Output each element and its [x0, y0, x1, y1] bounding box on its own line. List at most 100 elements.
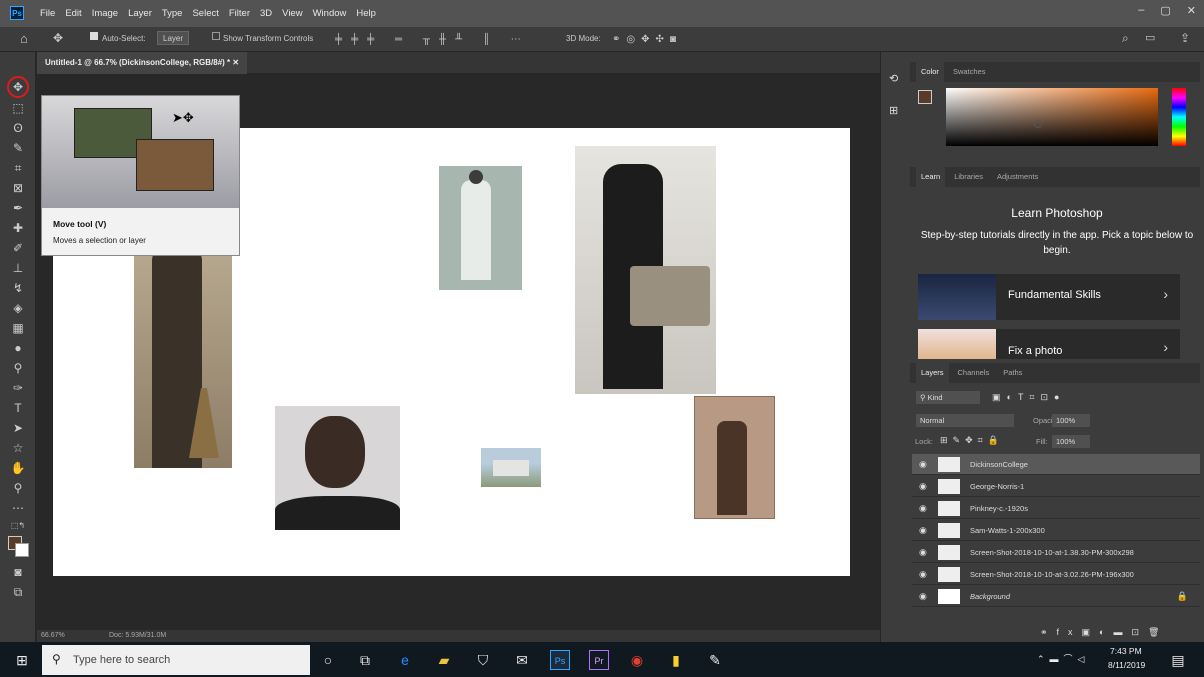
lock-icons[interactable]: ⊞✎✥⌗🔒: [940, 435, 1004, 446]
eyedropper-tool-icon[interactable]: ✒: [9, 200, 27, 216]
eye-icon[interactable]: ◉: [919, 481, 927, 492]
lasso-tool-icon[interactable]: ʘ: [9, 120, 27, 136]
paint-icon[interactable]: ✎: [705, 650, 725, 670]
eye-icon[interactable]: ◉: [919, 591, 927, 602]
gradient-tool-icon[interactable]: ▦: [9, 320, 27, 336]
screen-mode-icon[interactable]: ⧉: [9, 584, 27, 600]
home-icon[interactable]: ⌂: [20, 31, 28, 46]
photoshop-taskbar-icon[interactable]: Ps: [550, 650, 570, 670]
fill-input[interactable]: 100%: [1052, 435, 1090, 448]
eraser-tool-icon[interactable]: ◈: [9, 300, 27, 316]
history-panel-icon[interactable]: ⟲: [889, 72, 898, 85]
photo-man-sepia[interactable]: [694, 396, 775, 519]
eye-icon[interactable]: ◉: [919, 459, 927, 470]
photo-man-with-basket[interactable]: [575, 146, 716, 394]
properties-panel-icon[interactable]: ⊞: [889, 104, 898, 117]
share-icon[interactable]: ⇪: [1180, 31, 1190, 45]
pen-tool-icon[interactable]: ✑: [9, 380, 27, 396]
dodge-tool-icon[interactable]: ⚲: [9, 360, 27, 376]
sticky-notes-icon[interactable]: ▮: [666, 650, 686, 670]
menu-filter[interactable]: Filter: [229, 8, 250, 19]
menu-3d[interactable]: 3D: [260, 8, 272, 19]
healing-brush-icon[interactable]: ✚: [9, 220, 27, 236]
layer-row[interactable]: ◉ DickinsonCollege: [912, 454, 1200, 475]
eye-icon[interactable]: ◉: [919, 569, 927, 580]
blur-tool-icon[interactable]: ●: [9, 340, 27, 356]
menu-view[interactable]: View: [282, 8, 302, 19]
layer-row[interactable]: ◉ Pinkney-c.-1920s: [912, 498, 1200, 519]
path-select-icon[interactable]: ➤: [9, 420, 27, 436]
layer-row[interactable]: ◉ Screen-Shot-2018-10-10-at-1.38.30-PM-30…: [912, 542, 1200, 563]
photo-portrait-man[interactable]: [275, 406, 400, 530]
menu-select[interactable]: Select: [192, 8, 218, 19]
tab-layers[interactable]: Layers: [916, 363, 949, 383]
store-icon[interactable]: ⛉: [473, 650, 493, 670]
chrome-icon[interactable]: ◉: [627, 650, 647, 670]
opacity-input[interactable]: 100%: [1052, 414, 1090, 427]
eye-icon[interactable]: ◉: [919, 547, 927, 558]
swap-colors-icon[interactable]: ⬚↰: [9, 518, 27, 534]
photo-man-white-coat[interactable]: [439, 166, 522, 290]
zoom-tool-icon[interactable]: ⚲: [9, 480, 27, 496]
layer-row[interactable]: ◉ Screen-Shot-2018-10-10-at-3.02.26-PM-19…: [912, 564, 1200, 585]
hand-tool-icon[interactable]: ✋: [9, 460, 27, 476]
eye-icon[interactable]: ◉: [919, 525, 927, 536]
notifications-icon[interactable]: ▤: [1168, 650, 1188, 670]
tab-color[interactable]: Color: [916, 62, 944, 82]
search-icon[interactable]: ⌕: [1122, 31, 1129, 46]
document-tab[interactable]: Untitled-1 @ 66.7% (DickinsonCollege, RG…: [37, 52, 248, 74]
close-tab-icon[interactable]: ✕: [232, 58, 239, 67]
restore-button[interactable]: ▢: [1160, 4, 1170, 17]
close-window-button[interactable]: ✕: [1187, 4, 1196, 17]
photo-dickinson-college[interactable]: [481, 448, 541, 487]
auto-select-dropdown[interactable]: Layer: [157, 31, 190, 45]
hue-slider[interactable]: [1172, 88, 1186, 146]
kind-filter-dropdown[interactable]: ⚲ Kind: [916, 391, 980, 404]
file-explorer-icon[interactable]: ▰: [434, 650, 454, 670]
eye-icon[interactable]: ◉: [919, 503, 927, 514]
cortana-icon[interactable]: ○: [318, 650, 338, 670]
clone-stamp-icon[interactable]: ⊥: [9, 260, 27, 276]
transform-controls-checkbox[interactable]: [212, 32, 220, 40]
menu-type[interactable]: Type: [162, 8, 183, 19]
windows-start-icon[interactable]: ⊞: [12, 650, 32, 670]
quick-mask-icon[interactable]: ◙: [9, 564, 27, 580]
menu-layer[interactable]: Layer: [128, 8, 152, 19]
layer-actions-icons[interactable]: ⚭fx▣◐▬⊡🗑: [1040, 627, 1168, 638]
type-tool-icon[interactable]: T: [9, 400, 27, 416]
layer-row[interactable]: ◉ Background 🔒: [912, 586, 1200, 607]
task-view-icon[interactable]: ⧉: [355, 650, 375, 670]
color-picker-field[interactable]: [946, 88, 1158, 146]
frame-tool-icon[interactable]: ⊠: [9, 180, 27, 196]
blend-mode-dropdown[interactable]: Normal: [916, 414, 1014, 427]
brush-tool-icon[interactable]: ✐: [9, 240, 27, 256]
layer-row[interactable]: ◉ George-Norris-1: [912, 476, 1200, 497]
taskbar-search-box[interactable]: ⚲ Type here to search: [42, 645, 310, 675]
clock-date[interactable]: 8/11/2019: [1108, 660, 1145, 670]
mail-icon[interactable]: ✉: [512, 650, 532, 670]
learn-card-fundamental[interactable]: Fundamental Skills ›: [918, 274, 1180, 320]
tab-adjustments[interactable]: Adjustments: [992, 167, 1043, 187]
photo-man-with-broom[interactable]: [134, 238, 232, 468]
tab-swatches[interactable]: Swatches: [948, 62, 991, 82]
minimize-button[interactable]: –: [1138, 4, 1144, 17]
learn-card-fix-photo[interactable]: Fix a photo ›: [918, 329, 1180, 359]
align-icons[interactable]: ╪╪╪ ═ ╥╫╨ ║ ⋯: [335, 34, 530, 45]
move-tool-icon[interactable]: ✥: [7, 76, 29, 98]
zoom-level[interactable]: 66.67%: [41, 632, 65, 639]
quick-select-tool-icon[interactable]: ✎: [9, 140, 27, 156]
crop-tool-icon[interactable]: ⌗: [9, 160, 27, 176]
color-fg-swatch[interactable]: [918, 90, 932, 104]
3d-mode-icons[interactable]: ⚭◎✥✣◙: [612, 34, 682, 45]
tab-learn[interactable]: Learn: [916, 167, 946, 187]
system-tray-icons[interactable]: ⌃▬⌒◁: [1037, 652, 1089, 665]
tab-paths[interactable]: Paths: [998, 363, 1027, 383]
clock-time[interactable]: 7:43 PM: [1110, 646, 1142, 656]
tab-channels[interactable]: Channels: [953, 363, 995, 383]
history-brush-icon[interactable]: ↯: [9, 280, 27, 296]
menu-edit[interactable]: Edit: [65, 8, 81, 19]
move-tool-preset-icon[interactable]: ✥: [53, 31, 63, 45]
more-tools-icon[interactable]: ⋯: [9, 500, 27, 516]
workspace-icon[interactable]: ▭: [1145, 31, 1155, 44]
menu-file[interactable]: File: [40, 8, 55, 19]
